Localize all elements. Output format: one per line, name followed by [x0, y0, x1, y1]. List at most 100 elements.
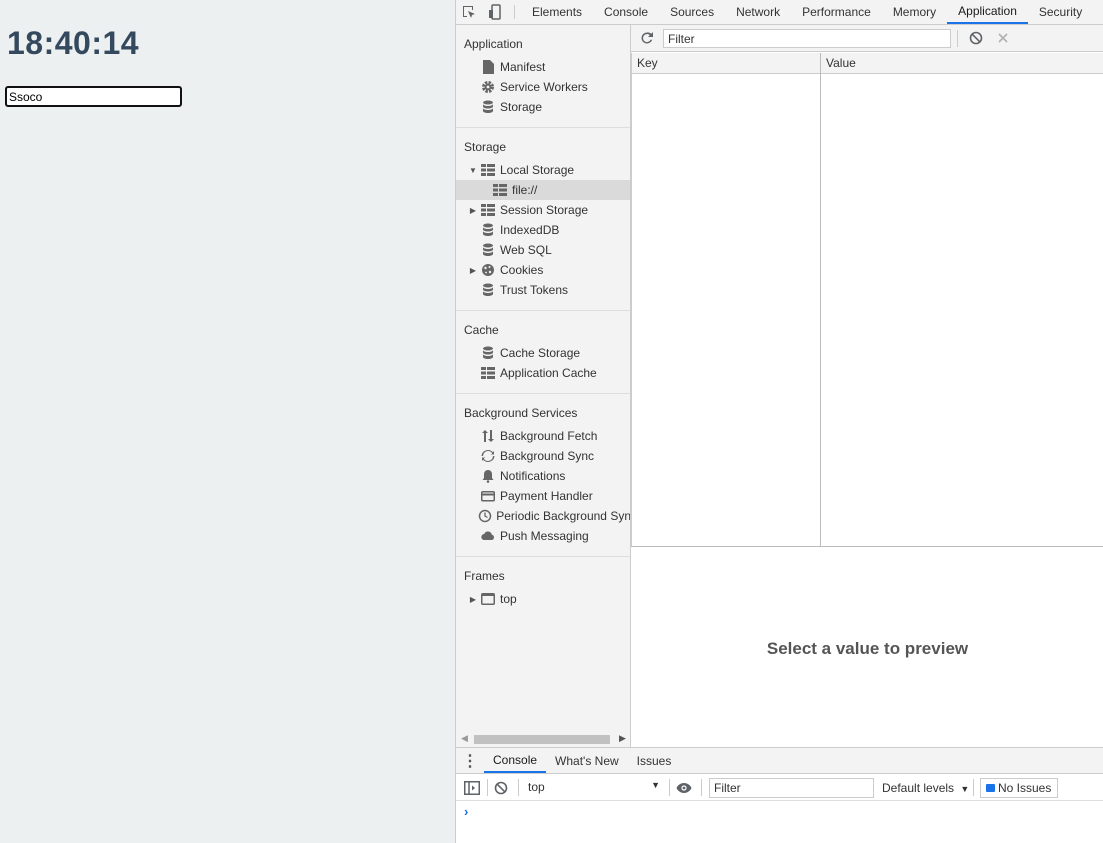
gear-icon: [480, 80, 496, 94]
database-icon: [480, 283, 496, 297]
sidebar-item-label: Storage: [500, 100, 543, 114]
collapsed-arrow-icon[interactable]: ▶: [466, 206, 480, 215]
tab-security[interactable]: Security: [1028, 0, 1093, 24]
toolbar-separator: [518, 779, 519, 796]
sidebar-item-push-messaging[interactable]: Push Messaging: [456, 526, 630, 546]
tab-sources[interactable]: Sources: [659, 0, 725, 24]
expanded-arrow-icon[interactable]: ▼: [466, 166, 480, 175]
tab-memory[interactable]: Memory: [882, 0, 947, 24]
clock-icon: [478, 509, 493, 523]
sidebar-item-label: Service Workers: [500, 80, 588, 94]
sidebar-item-label: Manifest: [500, 60, 546, 74]
clear-console-button[interactable]: [493, 780, 509, 796]
clear-all-button[interactable]: [968, 30, 984, 46]
issues-counter-button[interactable]: No Issues: [980, 778, 1059, 798]
database-icon: [480, 243, 496, 257]
sidebar-item-label: Application Cache: [500, 366, 597, 380]
tab-elements[interactable]: Elements: [521, 0, 593, 24]
sidebar-item-application-cache[interactable]: Application Cache: [456, 363, 630, 383]
sidebar-horizontal-scrollbar[interactable]: ◀ ▶: [456, 730, 630, 747]
text-input[interactable]: [5, 86, 182, 107]
scrollbar-thumb[interactable]: [474, 735, 610, 744]
toolbar-separator: [701, 779, 702, 796]
console-toolbar: top ▼ Default levels ▼ No Issues: [456, 774, 1103, 801]
section-divider: [456, 393, 630, 394]
section-title-background-services: Background Services: [464, 406, 578, 420]
database-icon: [480, 100, 496, 114]
sidebar-item-cache-storage[interactable]: Cache Storage: [456, 343, 630, 363]
sidebar-item-label: Notifications: [500, 469, 566, 483]
sidebar-item-label: Cookies: [500, 263, 544, 277]
column-header-value[interactable]: Value: [826, 56, 856, 70]
column-divider[interactable]: [820, 53, 821, 546]
delete-selected-button[interactable]: [995, 30, 1011, 46]
tab-application[interactable]: Application: [947, 0, 1028, 24]
sidebar-item-local-storage[interactable]: ▼ Local Storage: [456, 160, 630, 180]
sidebar-item-payment-handler[interactable]: Payment Handler: [456, 486, 630, 506]
cloud-icon: [480, 529, 496, 543]
tab-network[interactable]: Network: [725, 0, 791, 24]
drawer-tab-console[interactable]: Console: [484, 748, 547, 773]
sidebar-item-trust-tokens[interactable]: Trust Tokens: [456, 280, 630, 300]
clock-display: 18:40:14: [7, 25, 140, 61]
inspect-element-icon[interactable]: [456, 0, 482, 24]
sidebar-item-storage[interactable]: Storage: [456, 97, 630, 117]
sidebar-item-label: file://: [512, 183, 538, 197]
more-options-icon[interactable]: ⋮: [456, 748, 484, 773]
console-filter-input[interactable]: [709, 778, 874, 798]
eye-icon: [676, 783, 692, 793]
tab-console[interactable]: Console: [593, 0, 659, 24]
sidebar-item-background-fetch[interactable]: Background Fetch: [456, 426, 630, 446]
preview-placeholder: Select a value to preview: [766, 639, 969, 658]
sidebar-item-periodic-background-sync[interactable]: Periodic Background Syn: [456, 506, 630, 526]
sidebar-item-background-sync[interactable]: Background Sync: [456, 446, 630, 466]
storage-grid-body[interactable]: [631, 74, 1103, 546]
scroll-left-arrow-icon[interactable]: ◀: [461, 733, 468, 744]
issues-counter-label: No Issues: [998, 781, 1052, 795]
toolbar-separator: [957, 30, 958, 47]
sidebar-item-notifications[interactable]: Notifications: [456, 466, 630, 486]
drawer-tab-issues[interactable]: Issues: [628, 748, 681, 773]
sidebar-item-label: Background Fetch: [500, 429, 598, 443]
sidebar-item-frame-top[interactable]: ▶ top: [456, 589, 630, 609]
bell-icon: [480, 469, 496, 483]
scroll-right-arrow-icon[interactable]: ▶: [619, 733, 626, 744]
sidebar-item-service-workers[interactable]: Service Workers: [456, 77, 630, 97]
sidebar-item-session-storage[interactable]: ▶ Session Storage: [456, 200, 630, 220]
dropdown-arrow-icon: ▼: [960, 784, 970, 794]
sidebar-item-web-sql[interactable]: Web SQL: [456, 240, 630, 260]
log-levels-dropdown[interactable]: Default levels ▼: [882, 781, 969, 795]
database-icon: [480, 346, 496, 360]
storage-toolbar: [631, 25, 1103, 52]
sidebar-item-manifest[interactable]: Manifest: [456, 57, 630, 77]
sidebar-item-label: Web SQL: [500, 243, 552, 257]
drawer-tab-bar: ⋮ Console What's New Issues: [456, 747, 1103, 774]
sidebar-item-label: Cache Storage: [500, 346, 581, 360]
collapsed-arrow-icon[interactable]: ▶: [466, 595, 480, 604]
device-toolbar-icon[interactable]: [482, 0, 508, 24]
tab-performance[interactable]: Performance: [791, 0, 882, 24]
filter-input[interactable]: [663, 29, 951, 48]
sidebar-item-label: IndexedDB: [500, 223, 560, 237]
javascript-context-select[interactable]: top ▼: [528, 780, 660, 796]
column-header-key[interactable]: Key: [637, 56, 658, 70]
section-divider: [456, 310, 630, 311]
sidebar-item-cookies[interactable]: ▶ Cookies: [456, 260, 630, 280]
window-icon: [480, 592, 496, 606]
live-expression-button[interactable]: [676, 780, 692, 796]
card-icon: [480, 489, 496, 503]
console-prompt-icon[interactable]: ›: [464, 804, 468, 819]
value-preview-pane: Select a value to preview: [631, 547, 1103, 747]
grid-icon: [492, 183, 508, 197]
sidebar-item-indexeddb[interactable]: IndexedDB: [456, 220, 630, 240]
log-levels-label: Default levels: [882, 781, 955, 795]
refresh-button[interactable]: [639, 30, 655, 46]
collapsed-arrow-icon[interactable]: ▶: [466, 266, 480, 275]
file-icon: [480, 60, 496, 74]
show-sidebar-button[interactable]: [464, 780, 480, 796]
drawer-tab-whats-new[interactable]: What's New: [546, 748, 628, 773]
toolbar-separator: [669, 779, 670, 796]
sidebar-item-file-origin[interactable]: file://: [456, 180, 630, 200]
sidebar-item-label: Trust Tokens: [500, 283, 569, 297]
section-title-frames: Frames: [464, 569, 505, 583]
